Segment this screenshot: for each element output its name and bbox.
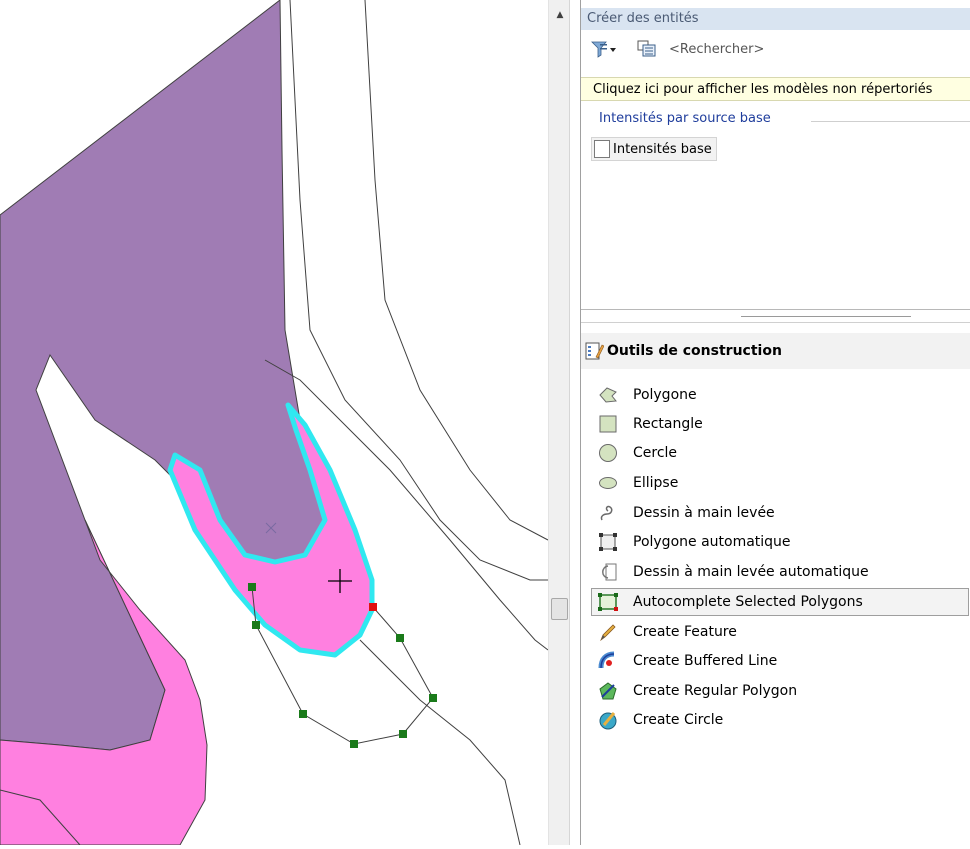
tool-create-buffered-line[interactable]: Create Buffered Line	[591, 647, 969, 675]
pencil-icon	[600, 624, 616, 642]
tool-label: Polygone automatique	[633, 534, 791, 550]
autocomplete-icon	[598, 593, 618, 611]
template-label: Intensités base	[613, 141, 712, 157]
circle-icon	[599, 444, 617, 462]
map-canvas[interactable]	[0, 0, 549, 846]
polygon-icon	[599, 387, 617, 403]
tool-create-regular-polygon[interactable]: Create Regular Polygon	[591, 677, 969, 705]
tool-polygone[interactable]: Polygone	[591, 381, 969, 409]
regular-polygon-icon	[599, 682, 617, 700]
construction-tools-icon	[585, 342, 604, 360]
panel-title: Créer des entités	[581, 8, 970, 30]
panel-splitter[interactable]	[741, 316, 911, 317]
organize-templates-icon	[637, 40, 656, 57]
freehand-icon	[600, 505, 613, 521]
rectangle-icon	[599, 415, 617, 433]
tool-freehand[interactable]: Dessin à main levée	[591, 499, 969, 527]
template-group-header: Intensités par source base	[599, 111, 771, 126]
tool-rectangle[interactable]: Rectangle	[591, 410, 969, 438]
tool-cercle[interactable]: Cercle	[591, 439, 969, 467]
tool-label: Dessin à main levée automatique	[633, 564, 869, 580]
splitter-divider	[581, 322, 970, 323]
panel-toolbar	[581, 33, 970, 69]
filter-icon	[591, 41, 616, 58]
tool-label: Create Feature	[633, 624, 737, 640]
group-divider	[811, 121, 970, 122]
template-swatch	[594, 140, 610, 158]
tool-auto-freehand[interactable]: Dessin à main levée automatique	[591, 558, 969, 586]
tool-label: Ellipse	[633, 475, 679, 491]
tool-label: Rectangle	[633, 416, 703, 432]
construction-tools-title: Outils de construction	[607, 343, 782, 359]
auto-polygon-icon	[599, 533, 617, 551]
tool-label: Create Buffered Line	[633, 653, 778, 669]
tool-label: Create Regular Polygon	[633, 683, 798, 699]
tool-autocomplete-selected-polygons[interactable]: Autocomplete Selected Polygons	[591, 588, 969, 616]
filter-dropdown-button[interactable]	[591, 39, 619, 59]
vertical-scrollbar[interactable]: ▲	[548, 0, 570, 845]
scroll-thumb[interactable]	[551, 598, 568, 620]
ellipse-icon	[599, 477, 617, 489]
tool-label: Autocomplete Selected Polygons	[633, 594, 863, 610]
organize-templates-button[interactable]	[637, 39, 657, 59]
create-features-panel: Créer des entités Cliquez ici pour affic…	[580, 0, 970, 845]
panel-gap	[570, 0, 580, 845]
map-view[interactable]	[0, 0, 549, 846]
scroll-up-icon[interactable]: ▲	[549, 8, 571, 22]
buffered-line-icon	[598, 651, 615, 669]
tool-label: Dessin à main levée	[633, 505, 775, 521]
tool-auto-polygon[interactable]: Polygone automatique	[591, 528, 969, 556]
templates-list: Intensités par source base Intensités ba…	[581, 103, 970, 310]
create-circle-icon	[599, 712, 617, 730]
template-item[interactable]: Intensités base	[591, 137, 717, 161]
search-input[interactable]	[669, 35, 959, 63]
tool-ellipse[interactable]: Ellipse	[591, 469, 969, 497]
tool-create-circle[interactable]: Create Circle	[591, 706, 969, 734]
auto-freehand-icon	[602, 563, 617, 581]
tool-create-feature[interactable]: Create Feature	[591, 618, 969, 646]
unlisted-templates-banner[interactable]: Cliquez ici pour afficher les modèles no…	[581, 77, 970, 101]
construction-tools-header: Outils de construction	[581, 333, 970, 369]
tool-label: Cercle	[633, 445, 678, 461]
tool-label: Polygone	[633, 387, 697, 403]
tool-label: Create Circle	[633, 712, 724, 728]
